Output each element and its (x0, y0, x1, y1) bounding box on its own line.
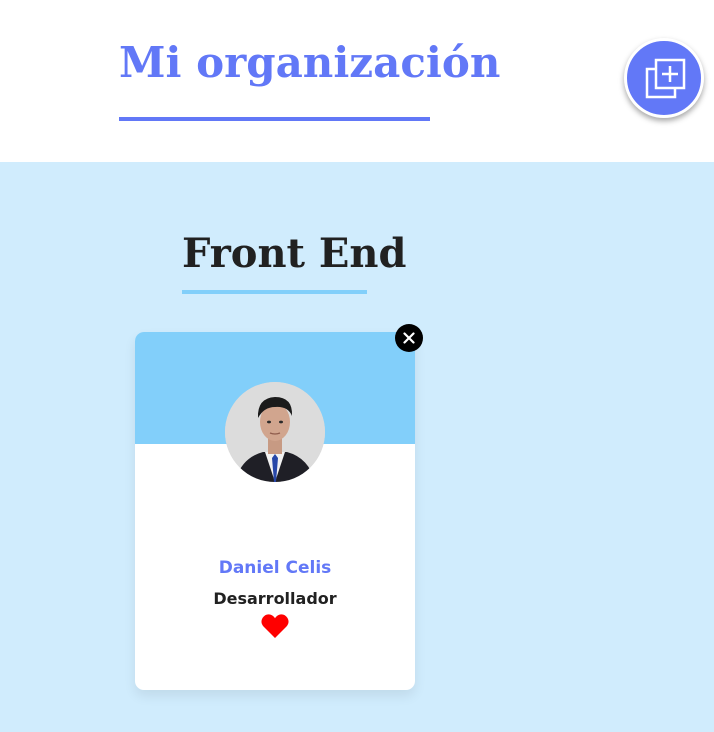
header: Mi organización (0, 0, 714, 162)
team-title: Front End (182, 230, 407, 277)
page-title: Mi organización (119, 38, 501, 87)
add-team-button[interactable] (624, 38, 704, 118)
member-name: Daniel Celis (218, 558, 332, 578)
close-icon (403, 332, 415, 344)
add-copy-icon (645, 58, 686, 99)
team-section-front-end: Front End Daniel Celis Desarrollador (0, 162, 714, 732)
member-card: Daniel Celis Desarrollador (135, 332, 415, 690)
team-title-underline (182, 290, 367, 294)
member-role: Desarrollador (213, 589, 337, 608)
delete-member-button[interactable] (395, 324, 423, 352)
title-underline (119, 117, 430, 121)
avatar (225, 382, 325, 482)
heart-icon[interactable] (261, 613, 289, 639)
